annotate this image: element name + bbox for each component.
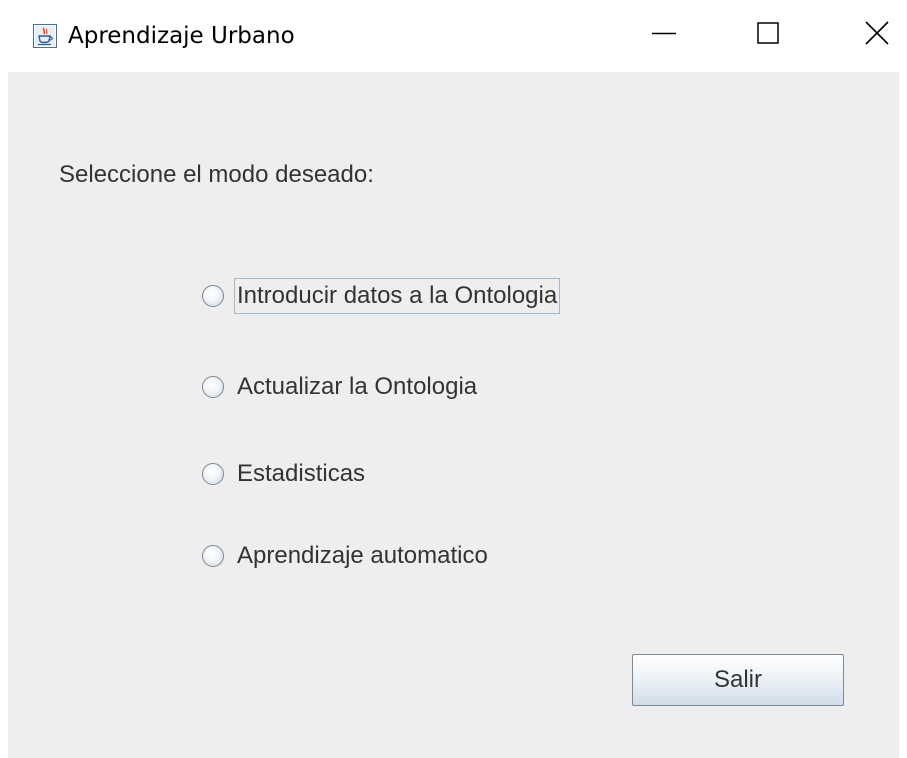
title-bar[interactable]: Aprendizaje Urbano [0, 0, 907, 72]
main-panel: Seleccione el modo deseado: Introducir d… [8, 72, 899, 758]
minimize-icon [652, 21, 676, 50]
radio-button[interactable] [202, 545, 224, 567]
exit-button[interactable]: Salir [632, 654, 844, 706]
option-estadisticas[interactable]: Estadisticas [202, 456, 368, 492]
close-icon [864, 20, 890, 51]
option-label: Aprendizaje automatico [237, 542, 488, 569]
minimize-button[interactable] [634, 0, 694, 70]
maximize-button[interactable] [738, 0, 798, 70]
option-label: Actualizar la Ontologia [237, 373, 478, 400]
radio-button[interactable] [202, 463, 224, 485]
maximize-icon [756, 21, 780, 50]
option-introducir-datos[interactable]: Introducir datos a la Ontologia [202, 278, 561, 314]
app-window: Aprendizaje Urbano Seleccione el modo de… [0, 0, 907, 758]
option-aprendizaje-automatico[interactable]: Aprendizaje automatico [202, 538, 491, 574]
option-label: Introducir datos a la Ontologia [234, 278, 561, 314]
window-title: Aprendizaje Urbano [68, 23, 295, 49]
mode-prompt-label: Seleccione el modo deseado: [59, 161, 374, 188]
close-button[interactable] [847, 0, 907, 70]
radio-button[interactable] [202, 376, 224, 398]
java-cup-icon [33, 24, 57, 48]
option-actualizar-ontologia[interactable]: Actualizar la Ontologia [202, 369, 480, 405]
option-label: Estadisticas [237, 460, 366, 487]
radio-button[interactable] [202, 285, 224, 307]
